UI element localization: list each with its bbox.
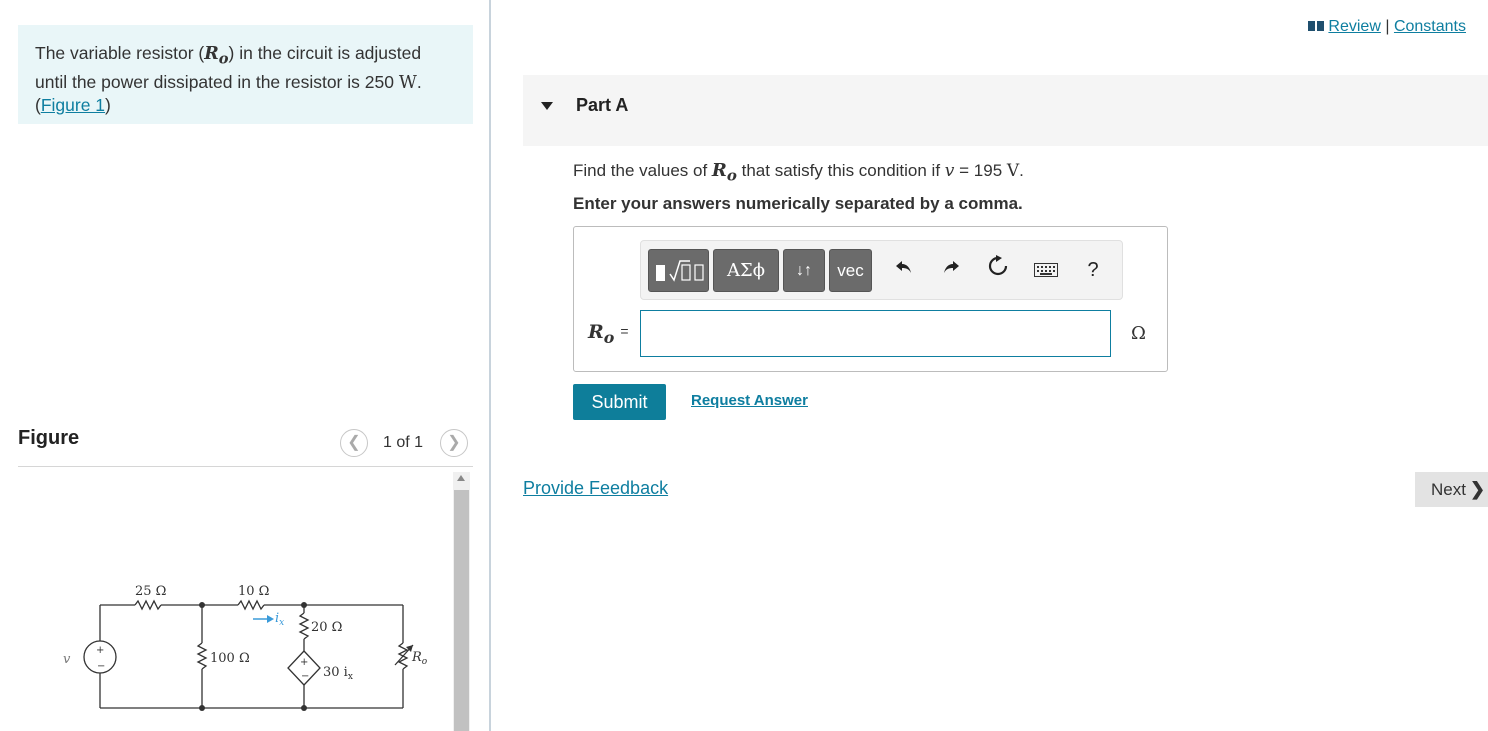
label-10-ohm: 10 Ω bbox=[238, 584, 269, 599]
caret-down-icon[interactable] bbox=[541, 102, 553, 110]
resistor-symbol-sub: o bbox=[218, 50, 229, 68]
review-constants-links: Review | Constants bbox=[1308, 18, 1466, 37]
dep-source-text: 30 i bbox=[323, 665, 348, 680]
chevron-right-icon[interactable]: ❯ bbox=[440, 429, 468, 457]
label-20-ohm: 20 Ω bbox=[311, 620, 342, 635]
figure-link-wrap: (Figure 1) bbox=[35, 94, 111, 115]
reset-icon[interactable] bbox=[983, 255, 1013, 285]
vec-button[interactable]: vec bbox=[829, 249, 872, 292]
next-label: Next bbox=[1431, 480, 1466, 499]
resistor-symbol-letter: R bbox=[204, 44, 219, 64]
undo-icon[interactable] bbox=[889, 255, 919, 285]
answer-input[interactable] bbox=[640, 310, 1111, 357]
question-end: . bbox=[1019, 161, 1024, 180]
problem-pane: The variable resistor (Ro) in the circui… bbox=[0, 0, 489, 731]
request-answer-link[interactable]: Request Answer bbox=[691, 392, 808, 409]
source-minus: − bbox=[97, 661, 105, 672]
label-100-ohm: 100 Ω bbox=[210, 651, 250, 666]
intro-text-end: . bbox=[416, 71, 422, 92]
book-icon bbox=[1308, 19, 1325, 37]
provide-feedback-link[interactable]: Provide Feedback bbox=[523, 478, 668, 499]
figure-scrollbar[interactable] bbox=[453, 472, 470, 731]
part-a-header[interactable]: Part A bbox=[523, 75, 1488, 146]
label-25-ohm: 25 Ω bbox=[135, 584, 166, 599]
part-title: Part A bbox=[576, 95, 629, 115]
dep-source-sub: x bbox=[348, 672, 353, 682]
question-sym-sub: o bbox=[726, 166, 737, 185]
answer-unit: Ω bbox=[1131, 323, 1146, 344]
label-dep-source: 30 ix bbox=[323, 665, 353, 682]
resistor-symbol: Ro bbox=[204, 44, 228, 68]
label-ro: Ro bbox=[411, 650, 428, 667]
answer-label: Ro = bbox=[588, 321, 629, 347]
pane-divider bbox=[489, 0, 491, 731]
answer-sym-letter: R bbox=[588, 321, 604, 343]
source-plus: + bbox=[96, 645, 104, 656]
arrows-button[interactable]: ↓↑ bbox=[783, 249, 825, 292]
dep-minus: − bbox=[301, 671, 309, 682]
templates-icon[interactable] bbox=[648, 249, 709, 292]
figure-header: Figure ❮ 1 of 1 ❯ bbox=[18, 427, 473, 467]
figure-title: Figure bbox=[18, 427, 80, 449]
label-v: v bbox=[63, 652, 71, 667]
circuit-diagram: 25 Ω 10 Ω 100 Ω 20 Ω 30 ix ix Ro v + − +… bbox=[63, 584, 428, 711]
ix-sub: x bbox=[279, 618, 284, 628]
review-link[interactable]: Review bbox=[1328, 18, 1380, 35]
ro-sub: o bbox=[422, 657, 428, 667]
question-unit: V bbox=[1006, 161, 1020, 181]
label-ix: ix bbox=[275, 611, 284, 628]
chevron-right-icon: ❯ bbox=[1469, 479, 1486, 499]
math-toolbar: ΑΣϕ ↓↑ vec ? bbox=[640, 240, 1123, 300]
next-button[interactable]: Next ❯ bbox=[1415, 472, 1488, 507]
answer-symbol: Ro bbox=[588, 321, 614, 347]
answer-container: ΑΣϕ ↓↑ vec ? Ro = Ω bbox=[573, 226, 1168, 372]
instruction-text: Enter your answers numerically separated… bbox=[573, 194, 1023, 213]
greek-symbols-button[interactable]: ΑΣϕ bbox=[713, 249, 779, 292]
question-sym-letter: R bbox=[711, 160, 727, 181]
link-separator: | bbox=[1385, 18, 1390, 35]
question-mid: that satisfy this condition if bbox=[736, 161, 945, 180]
answer-equals: = bbox=[620, 323, 629, 339]
redo-icon[interactable] bbox=[936, 255, 966, 285]
question-var: v bbox=[944, 161, 955, 181]
keyboard-icon[interactable] bbox=[1031, 255, 1061, 285]
scroll-up-arrow-icon[interactable] bbox=[457, 475, 465, 481]
question-eq: = 195 bbox=[954, 161, 1007, 180]
problem-statement: The variable resistor (Ro) in the circui… bbox=[18, 25, 473, 124]
scrollbar-thumb[interactable] bbox=[454, 490, 469, 731]
figure-link[interactable]: Figure 1 bbox=[41, 95, 105, 115]
intro-text-before: The variable resistor ( bbox=[35, 43, 205, 63]
power-unit: W bbox=[398, 72, 417, 93]
question-text: Find the values of Ro that satisfy this … bbox=[573, 160, 1024, 185]
answer-sym-sub: o bbox=[603, 327, 615, 347]
dep-plus: + bbox=[300, 657, 308, 668]
help-button[interactable]: ? bbox=[1078, 255, 1108, 285]
figure-pager-label: 1 of 1 bbox=[383, 434, 424, 451]
constants-link[interactable]: Constants bbox=[1394, 18, 1466, 35]
question-symbol: Ro bbox=[711, 160, 737, 185]
chevron-left-icon[interactable]: ❮ bbox=[340, 429, 368, 457]
submit-button[interactable]: Submit bbox=[573, 384, 666, 420]
question-before: Find the values of bbox=[573, 161, 712, 180]
ro-text: R bbox=[411, 650, 422, 665]
